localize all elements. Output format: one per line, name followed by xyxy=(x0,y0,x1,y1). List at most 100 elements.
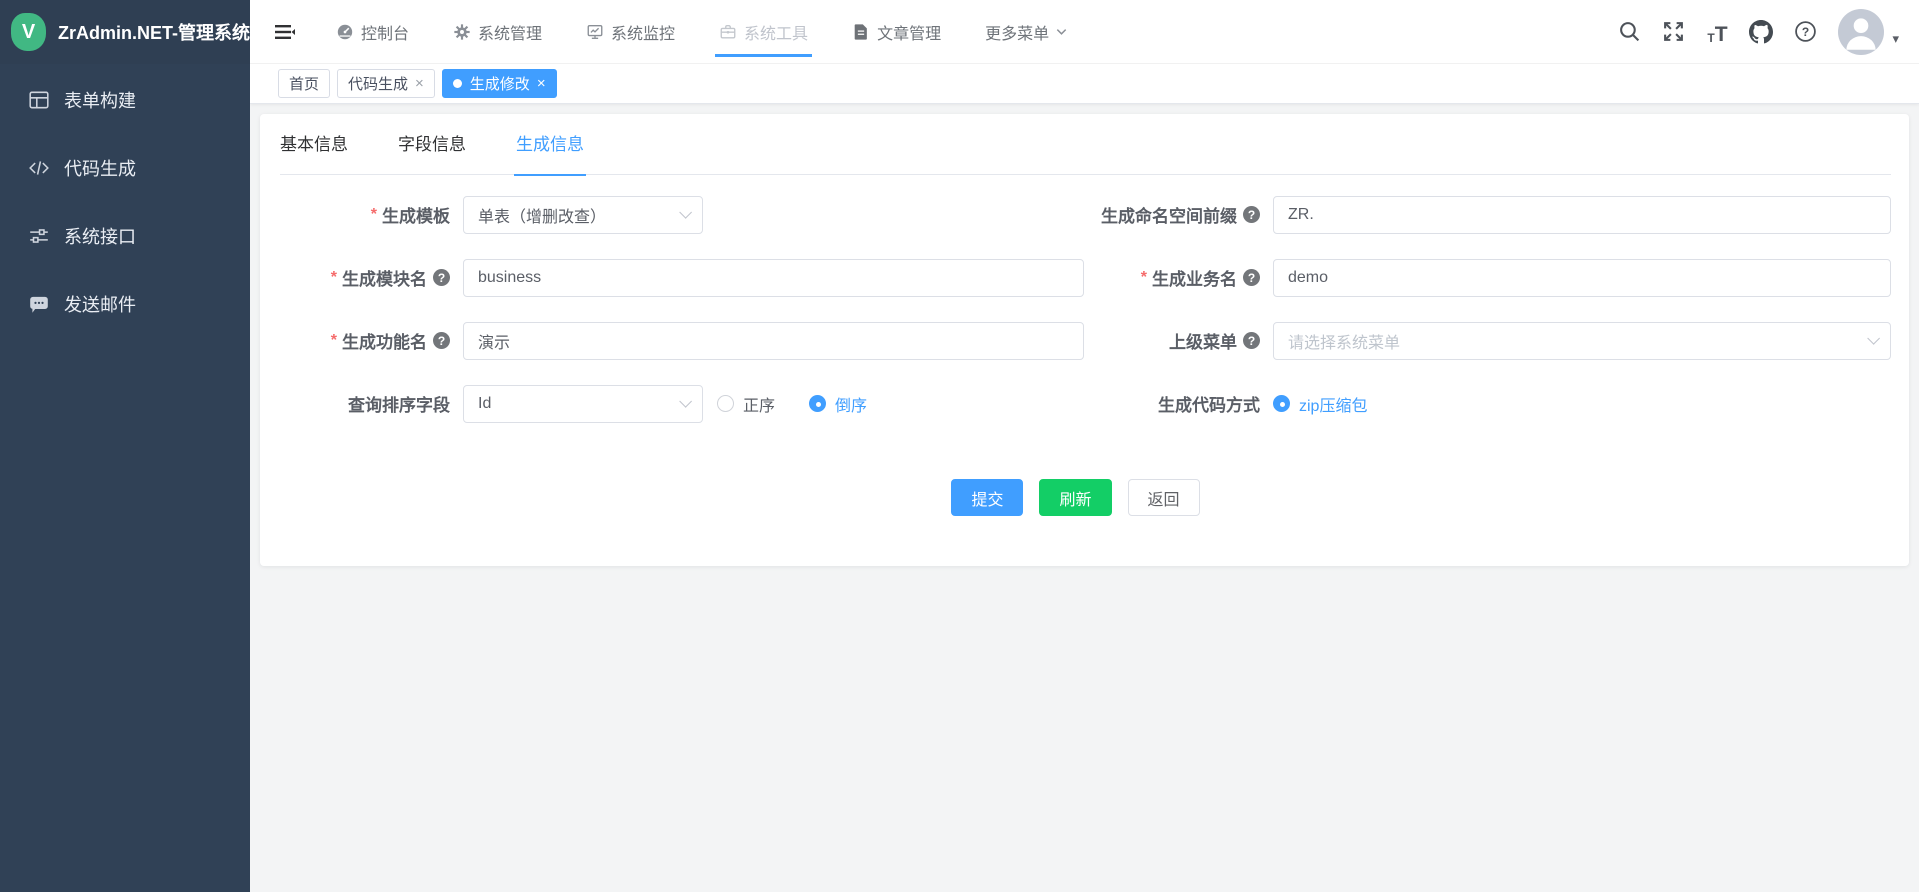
radio-label: 倒序 xyxy=(835,392,867,416)
github-icon[interactable] xyxy=(1748,19,1774,45)
nav-item-article-manage[interactable]: 文章管理 xyxy=(840,0,953,63)
header: 控制台 系统管理 xyxy=(250,0,1919,64)
nav-item-dashboard[interactable]: 控制台 xyxy=(324,0,421,63)
required-asterisk: * xyxy=(331,332,337,350)
required-asterisk: * xyxy=(1141,269,1147,287)
radio-icon xyxy=(1273,395,1290,412)
tag-label: 首页 xyxy=(289,73,319,94)
form-row: * 生成功能名 ? 上级菜单 ? 请选择系统菜单 xyxy=(260,309,1891,372)
tag-label: 生成修改 xyxy=(470,73,530,94)
tag-gen-edit-active[interactable]: 生成修改 × xyxy=(442,69,557,98)
nav-item-label: 控制台 xyxy=(361,20,409,44)
sidebar-item-code-gen[interactable]: 代码生成 xyxy=(0,134,250,202)
sidebar-item-system-api[interactable]: 系统接口 xyxy=(0,202,250,270)
chevron-down-icon xyxy=(1867,332,1880,345)
help-circle-icon[interactable]: ? xyxy=(433,269,450,286)
module-name-input[interactable] xyxy=(463,259,1084,297)
sidebar-item-label: 发送邮件 xyxy=(64,291,136,317)
font-size-icon[interactable]: TT xyxy=(1704,19,1730,45)
refresh-button[interactable]: 刷新 xyxy=(1039,479,1111,516)
radio-icon xyxy=(717,395,734,412)
avatar xyxy=(1838,9,1884,55)
chevron-down-icon xyxy=(679,206,692,219)
tab-gen-info[interactable]: 生成信息 xyxy=(516,114,584,175)
header-actions: TT ? ▾ xyxy=(1598,9,1919,55)
svg-text:?: ? xyxy=(1802,25,1809,39)
active-dot-icon xyxy=(453,79,462,88)
fullscreen-icon[interactable] xyxy=(1660,19,1686,45)
form-actions: 提交 刷新 返回 xyxy=(260,479,1891,516)
close-icon[interactable]: × xyxy=(537,76,546,91)
app-title: ZrAdmin.NET-管理系统 xyxy=(58,19,250,45)
help-circle-icon[interactable]: ? xyxy=(1243,206,1260,223)
document-icon xyxy=(852,23,870,41)
back-button[interactable]: 返回 xyxy=(1128,479,1200,516)
tab-basic-info[interactable]: 基本信息 xyxy=(280,114,348,175)
tag-label: 代码生成 xyxy=(348,73,408,94)
nav-item-system-monitor[interactable]: 系统监控 xyxy=(574,0,687,63)
radio-zip-package[interactable]: zip压缩包 xyxy=(1273,392,1367,416)
help-circle-icon[interactable]: ? xyxy=(1243,332,1260,349)
parent-menu-select[interactable]: 请选择系统菜单 xyxy=(1273,322,1891,360)
form-row: 查询排序字段 Id 正序 倒序 xyxy=(260,372,1891,435)
sidebar-item-label: 表单构建 xyxy=(64,87,136,113)
logo-area[interactable]: V ZrAdmin.NET-管理系统 xyxy=(0,0,250,64)
tag-home[interactable]: 首页 xyxy=(278,69,330,98)
gen-edit-card: 基本信息 字段信息 生成信息 * 生成模板 单表（增删改查） xyxy=(260,114,1909,566)
template-select[interactable]: 单表（增删改查） xyxy=(463,196,703,234)
close-icon[interactable]: × xyxy=(415,76,424,91)
radio-sort-asc[interactable]: 正序 xyxy=(717,392,775,416)
sidebar-item-label: 代码生成 xyxy=(64,155,136,181)
radio-label: zip压缩包 xyxy=(1299,392,1367,416)
radio-sort-desc[interactable]: 倒序 xyxy=(809,392,867,416)
tab-field-info[interactable]: 字段信息 xyxy=(398,114,466,175)
tags-view-bar: 首页 代码生成 × 生成修改 × xyxy=(250,64,1919,104)
radio-icon xyxy=(809,395,826,412)
help-circle-icon[interactable]: ? xyxy=(1243,269,1260,286)
sidebar-item-label: 系统接口 xyxy=(64,223,136,249)
nav-item-label: 系统管理 xyxy=(478,20,542,44)
main-content: 基本信息 字段信息 生成信息 * 生成模板 单表（增删改查） xyxy=(250,104,1919,892)
sort-field-select[interactable]: Id xyxy=(463,385,703,423)
nav-item-label: 系统工具 xyxy=(744,20,808,44)
search-icon[interactable] xyxy=(1616,19,1642,45)
gear-icon xyxy=(453,23,471,41)
toolbox-icon xyxy=(719,23,737,41)
dashboard-icon xyxy=(336,23,354,41)
required-asterisk: * xyxy=(331,269,337,287)
help-icon[interactable]: ? xyxy=(1792,19,1818,45)
sidebar-menu: 表单构建 代码生成 系统接口 xyxy=(0,64,250,338)
user-menu[interactable]: ▾ xyxy=(1838,9,1899,55)
field-label-function: * 生成功能名 ? xyxy=(260,328,463,353)
chat-mail-icon xyxy=(28,293,50,315)
nav-item-label: 更多菜单 xyxy=(985,20,1049,44)
submit-button[interactable]: 提交 xyxy=(951,479,1023,516)
field-label-business: * 生成业务名 ? xyxy=(1084,265,1273,290)
field-label-sort-field: 查询排序字段 xyxy=(260,391,463,416)
namespace-input[interactable] xyxy=(1273,196,1891,234)
nav-item-more-menu[interactable]: 更多菜单 xyxy=(973,0,1080,63)
nav-item-system-tools[interactable]: 系统工具 xyxy=(707,0,820,63)
function-name-input[interactable] xyxy=(463,322,1084,360)
nav-item-label: 系统监控 xyxy=(611,20,675,44)
api-sliders-icon xyxy=(28,225,50,247)
gen-info-form: * 生成模板 单表（增删改查） 生成命名空间前缀 ? xyxy=(260,175,1891,516)
app-logo-icon: V xyxy=(11,13,46,51)
business-name-input[interactable] xyxy=(1273,259,1891,297)
required-asterisk: * xyxy=(371,206,377,224)
collapse-sidebar-icon[interactable] xyxy=(272,19,298,45)
nav-item-label: 文章管理 xyxy=(877,20,941,44)
field-label-code-method: 生成代码方式 xyxy=(1084,391,1273,416)
form-row: * 生成模块名 ? * 生成业务名 ? xyxy=(260,246,1891,309)
help-circle-icon[interactable]: ? xyxy=(433,332,450,349)
chevron-down-icon xyxy=(679,395,692,408)
sidebar-item-form-build[interactable]: 表单构建 xyxy=(0,66,250,134)
logo-letter: V xyxy=(22,21,35,44)
chevron-down-icon xyxy=(1055,25,1068,38)
field-label-module: * 生成模块名 ? xyxy=(260,265,463,290)
nav-item-system-manage[interactable]: 系统管理 xyxy=(441,0,554,63)
tag-code-gen[interactable]: 代码生成 × xyxy=(337,69,435,98)
sidebar: V ZrAdmin.NET-管理系统 表单构建 代码生成 xyxy=(0,0,250,892)
sidebar-item-send-mail[interactable]: 发送邮件 xyxy=(0,270,250,338)
caret-down-icon: ▾ xyxy=(1892,31,1899,47)
